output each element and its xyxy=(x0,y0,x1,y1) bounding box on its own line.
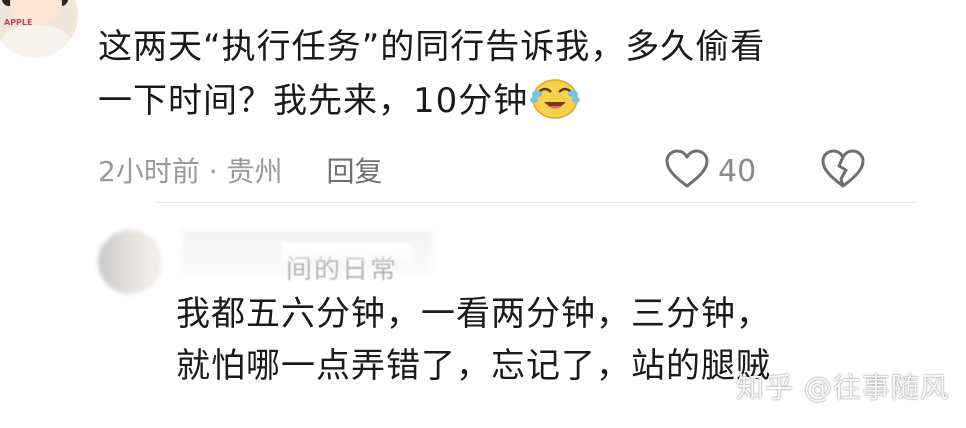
reply-line-1: 我都五六分钟，一看两分钟，三分钟， xyxy=(176,294,771,334)
comment-time-location: 2小时前 · 贵州 xyxy=(98,155,283,188)
like-button[interactable]: 40 xyxy=(664,148,756,194)
watermark: 知乎 @往事随风 xyxy=(736,371,949,404)
avatar-shirt xyxy=(0,26,76,58)
reply-author-name[interactable]: 间的日常 xyxy=(281,243,413,286)
broken-heart-icon xyxy=(820,149,866,194)
avatar-shirt-print: APPLE xyxy=(4,18,33,27)
laughing-crying-emoji-icon xyxy=(530,76,581,120)
dislike-button[interactable] xyxy=(820,148,866,194)
comment-line-2: 一下时间？我先来，10分钟 xyxy=(98,81,529,121)
comment-text: 这两天“执行任务”的同行告诉我，多久偷看 一下时间？我先来，10分钟 xyxy=(98,20,878,128)
avatar[interactable]: APPLE xyxy=(0,0,78,58)
reply-button[interactable]: 回复 xyxy=(327,150,383,190)
comment-line-1: 这两天“执行任务”的同行告诉我，多久偷看 xyxy=(98,27,766,67)
reply-avatar[interactable] xyxy=(98,230,162,294)
author-name-cropped[interactable] xyxy=(98,0,228,4)
heart-icon xyxy=(664,148,710,194)
comment-meta: 2小时前 · 贵州 回复 xyxy=(98,150,383,190)
divider xyxy=(156,202,916,203)
reply-meta-cropped xyxy=(176,416,876,428)
like-count: 40 xyxy=(718,153,757,189)
